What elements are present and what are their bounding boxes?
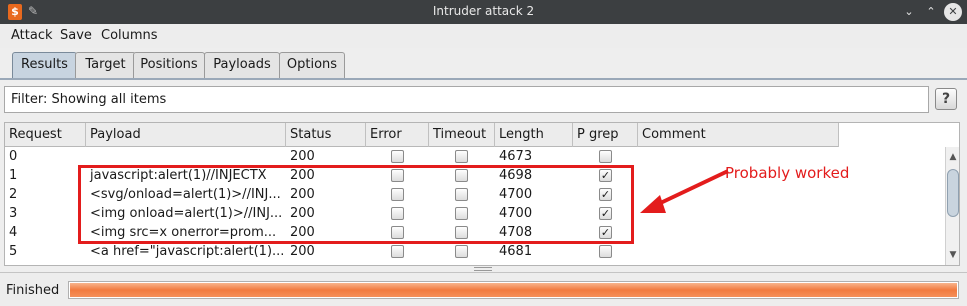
payload-cell: <a href="javascript:alert(1)... (90, 244, 285, 259)
help-button[interactable]: ? (935, 88, 957, 110)
menu-attack[interactable]: Attack (11, 28, 53, 43)
length-cell: 4673 (499, 149, 533, 164)
request-cell: 4 (9, 225, 18, 240)
close-icon[interactable]: ✕ (944, 3, 962, 21)
request-cell: 1 (9, 168, 18, 183)
pgrep-checkbox (599, 245, 612, 258)
scroll-up-icon[interactable]: ▲ (947, 151, 959, 163)
request-cell: 5 (9, 244, 18, 259)
scroll-down-icon[interactable]: ▼ (947, 249, 959, 261)
tab-divider (0, 78, 967, 80)
col-length[interactable]: Length (495, 123, 573, 147)
col-comment[interactable]: Comment (638, 123, 839, 147)
timeout-checkbox (455, 245, 468, 258)
col-status[interactable]: Status (286, 123, 366, 147)
status-cell: 200 (290, 244, 315, 259)
menu-save[interactable]: Save (60, 28, 92, 43)
col-request[interactable]: Request (5, 123, 86, 147)
comment-cell (638, 223, 839, 242)
col-error[interactable]: Error (366, 123, 429, 147)
status-bar: Finished (0, 272, 967, 306)
tab-positions[interactable]: Positions (133, 52, 205, 78)
error-checkbox (391, 150, 404, 163)
filter-bar[interactable]: Filter: Showing all items (4, 86, 929, 113)
status-label: Finished (6, 283, 60, 298)
pane-splitter-handle[interactable] (474, 267, 492, 271)
comment-cell (638, 242, 839, 261)
col-timeout[interactable]: Timeout (429, 123, 495, 147)
status-cell: 200 (290, 149, 315, 164)
maximize-icon[interactable]: ⌃ (922, 3, 940, 21)
progress-bar (68, 281, 959, 299)
tab-payloads[interactable]: Payloads (204, 52, 280, 78)
window-title: Intruder attack 2 (432, 4, 535, 18)
request-cell: 3 (9, 206, 18, 221)
tab-results[interactable]: Results (12, 52, 77, 78)
pgrep-checkbox (599, 150, 612, 163)
error-checkbox (391, 245, 404, 258)
vertical-scrollbar[interactable]: ▲ ▼ (945, 147, 959, 265)
request-cell: 2 (9, 187, 18, 202)
tab-options[interactable]: Options (279, 52, 345, 78)
annotation-text: Probably worked (725, 164, 850, 182)
progress-fill (70, 283, 957, 297)
annotation-arrow-icon (640, 169, 729, 213)
menu-bar: Attack Save Columns (0, 24, 967, 48)
request-cell: 0 (9, 149, 18, 164)
table-header: Request Payload Status Error Timeout Len… (5, 123, 839, 147)
annotation-highlight-box (78, 165, 634, 244)
col-payload[interactable]: Payload (86, 123, 286, 147)
scroll-thumb[interactable] (947, 169, 959, 217)
minimize-icon[interactable]: ⌄ (900, 3, 918, 21)
length-cell: 4681 (499, 244, 533, 259)
payload-cell (86, 147, 286, 166)
tab-target[interactable]: Target (75, 52, 136, 78)
menu-columns[interactable]: Columns (101, 28, 158, 43)
timeout-checkbox (455, 150, 468, 163)
col-pgrep[interactable]: P grep (573, 123, 638, 147)
title-bar: $ ✎ Intruder attack 2 ⌄ ⌃ ✕ (0, 0, 967, 24)
table-row[interactable]: 5 <a href="javascript:alert(1)... 200 4681 (5, 242, 839, 261)
